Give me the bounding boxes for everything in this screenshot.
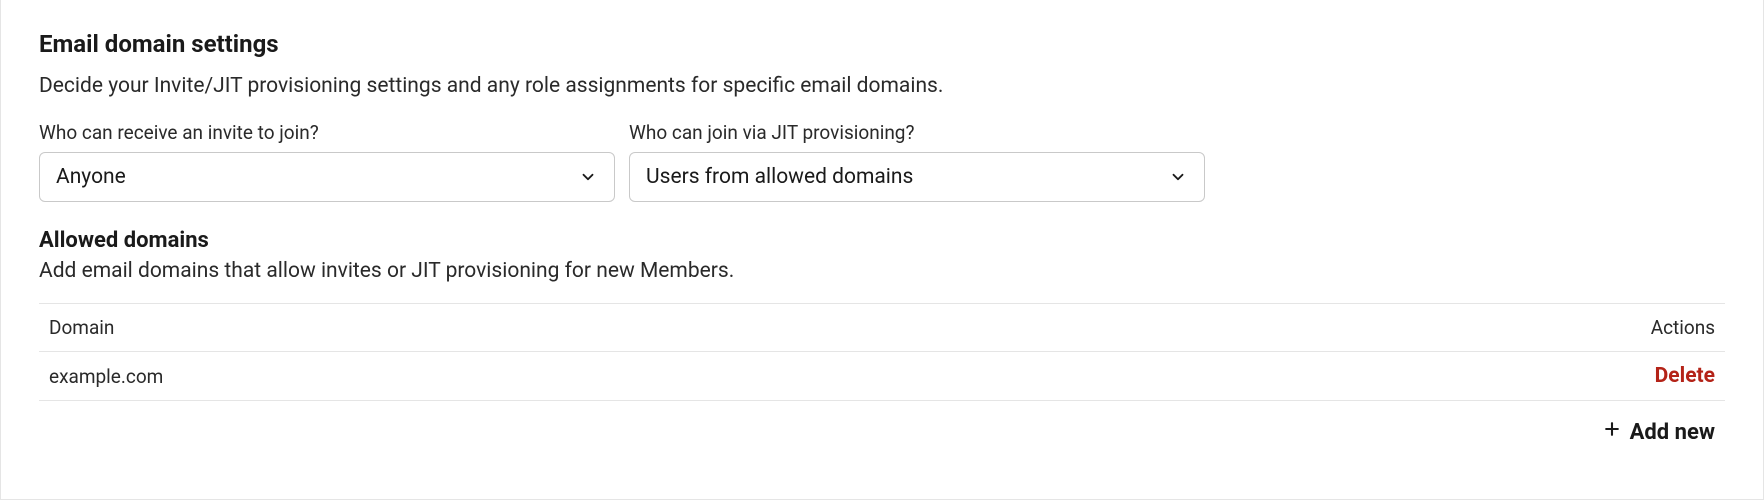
add-new-label: Add new (1630, 420, 1715, 445)
allowed-domains-table: Domain Actions example.com Delete (39, 303, 1725, 401)
allowed-domains-description: Add email domains that allow invites or … (39, 259, 1725, 283)
invite-dropdown-label: Who can receive an invite to join? (39, 121, 615, 144)
add-new-row: Add new (39, 401, 1725, 445)
dropdown-row: Who can receive an invite to join? Anyon… (39, 121, 1725, 202)
jit-dropdown-group: Who can join via JIT provisioning? Users… (629, 121, 1205, 202)
plus-icon (1602, 419, 1622, 445)
jit-dropdown-label: Who can join via JIT provisioning? (629, 121, 1205, 144)
chevron-down-icon (578, 167, 598, 187)
th-domain: Domain (49, 316, 114, 339)
section-description: Decide your Invite/JIT provisioning sett… (39, 72, 1725, 101)
invite-dropdown-group: Who can receive an invite to join? Anyon… (39, 121, 615, 202)
section-title: Email domain settings (39, 30, 1725, 58)
chevron-down-icon (1168, 167, 1188, 187)
invite-dropdown[interactable]: Anyone (39, 152, 615, 202)
table-header: Domain Actions (39, 303, 1725, 352)
jit-dropdown-value: Users from allowed domains (646, 165, 913, 189)
table-row: example.com Delete (39, 352, 1725, 401)
jit-dropdown[interactable]: Users from allowed domains (629, 152, 1205, 202)
invite-dropdown-value: Anyone (56, 165, 126, 189)
td-domain: example.com (49, 365, 163, 388)
email-domain-settings-panel: Email domain settings Decide your Invite… (0, 0, 1764, 500)
add-new-button[interactable]: Add new (1602, 419, 1715, 445)
allowed-domains-title: Allowed domains (39, 228, 1725, 253)
delete-button[interactable]: Delete (1655, 364, 1715, 388)
th-actions: Actions (1651, 316, 1715, 339)
